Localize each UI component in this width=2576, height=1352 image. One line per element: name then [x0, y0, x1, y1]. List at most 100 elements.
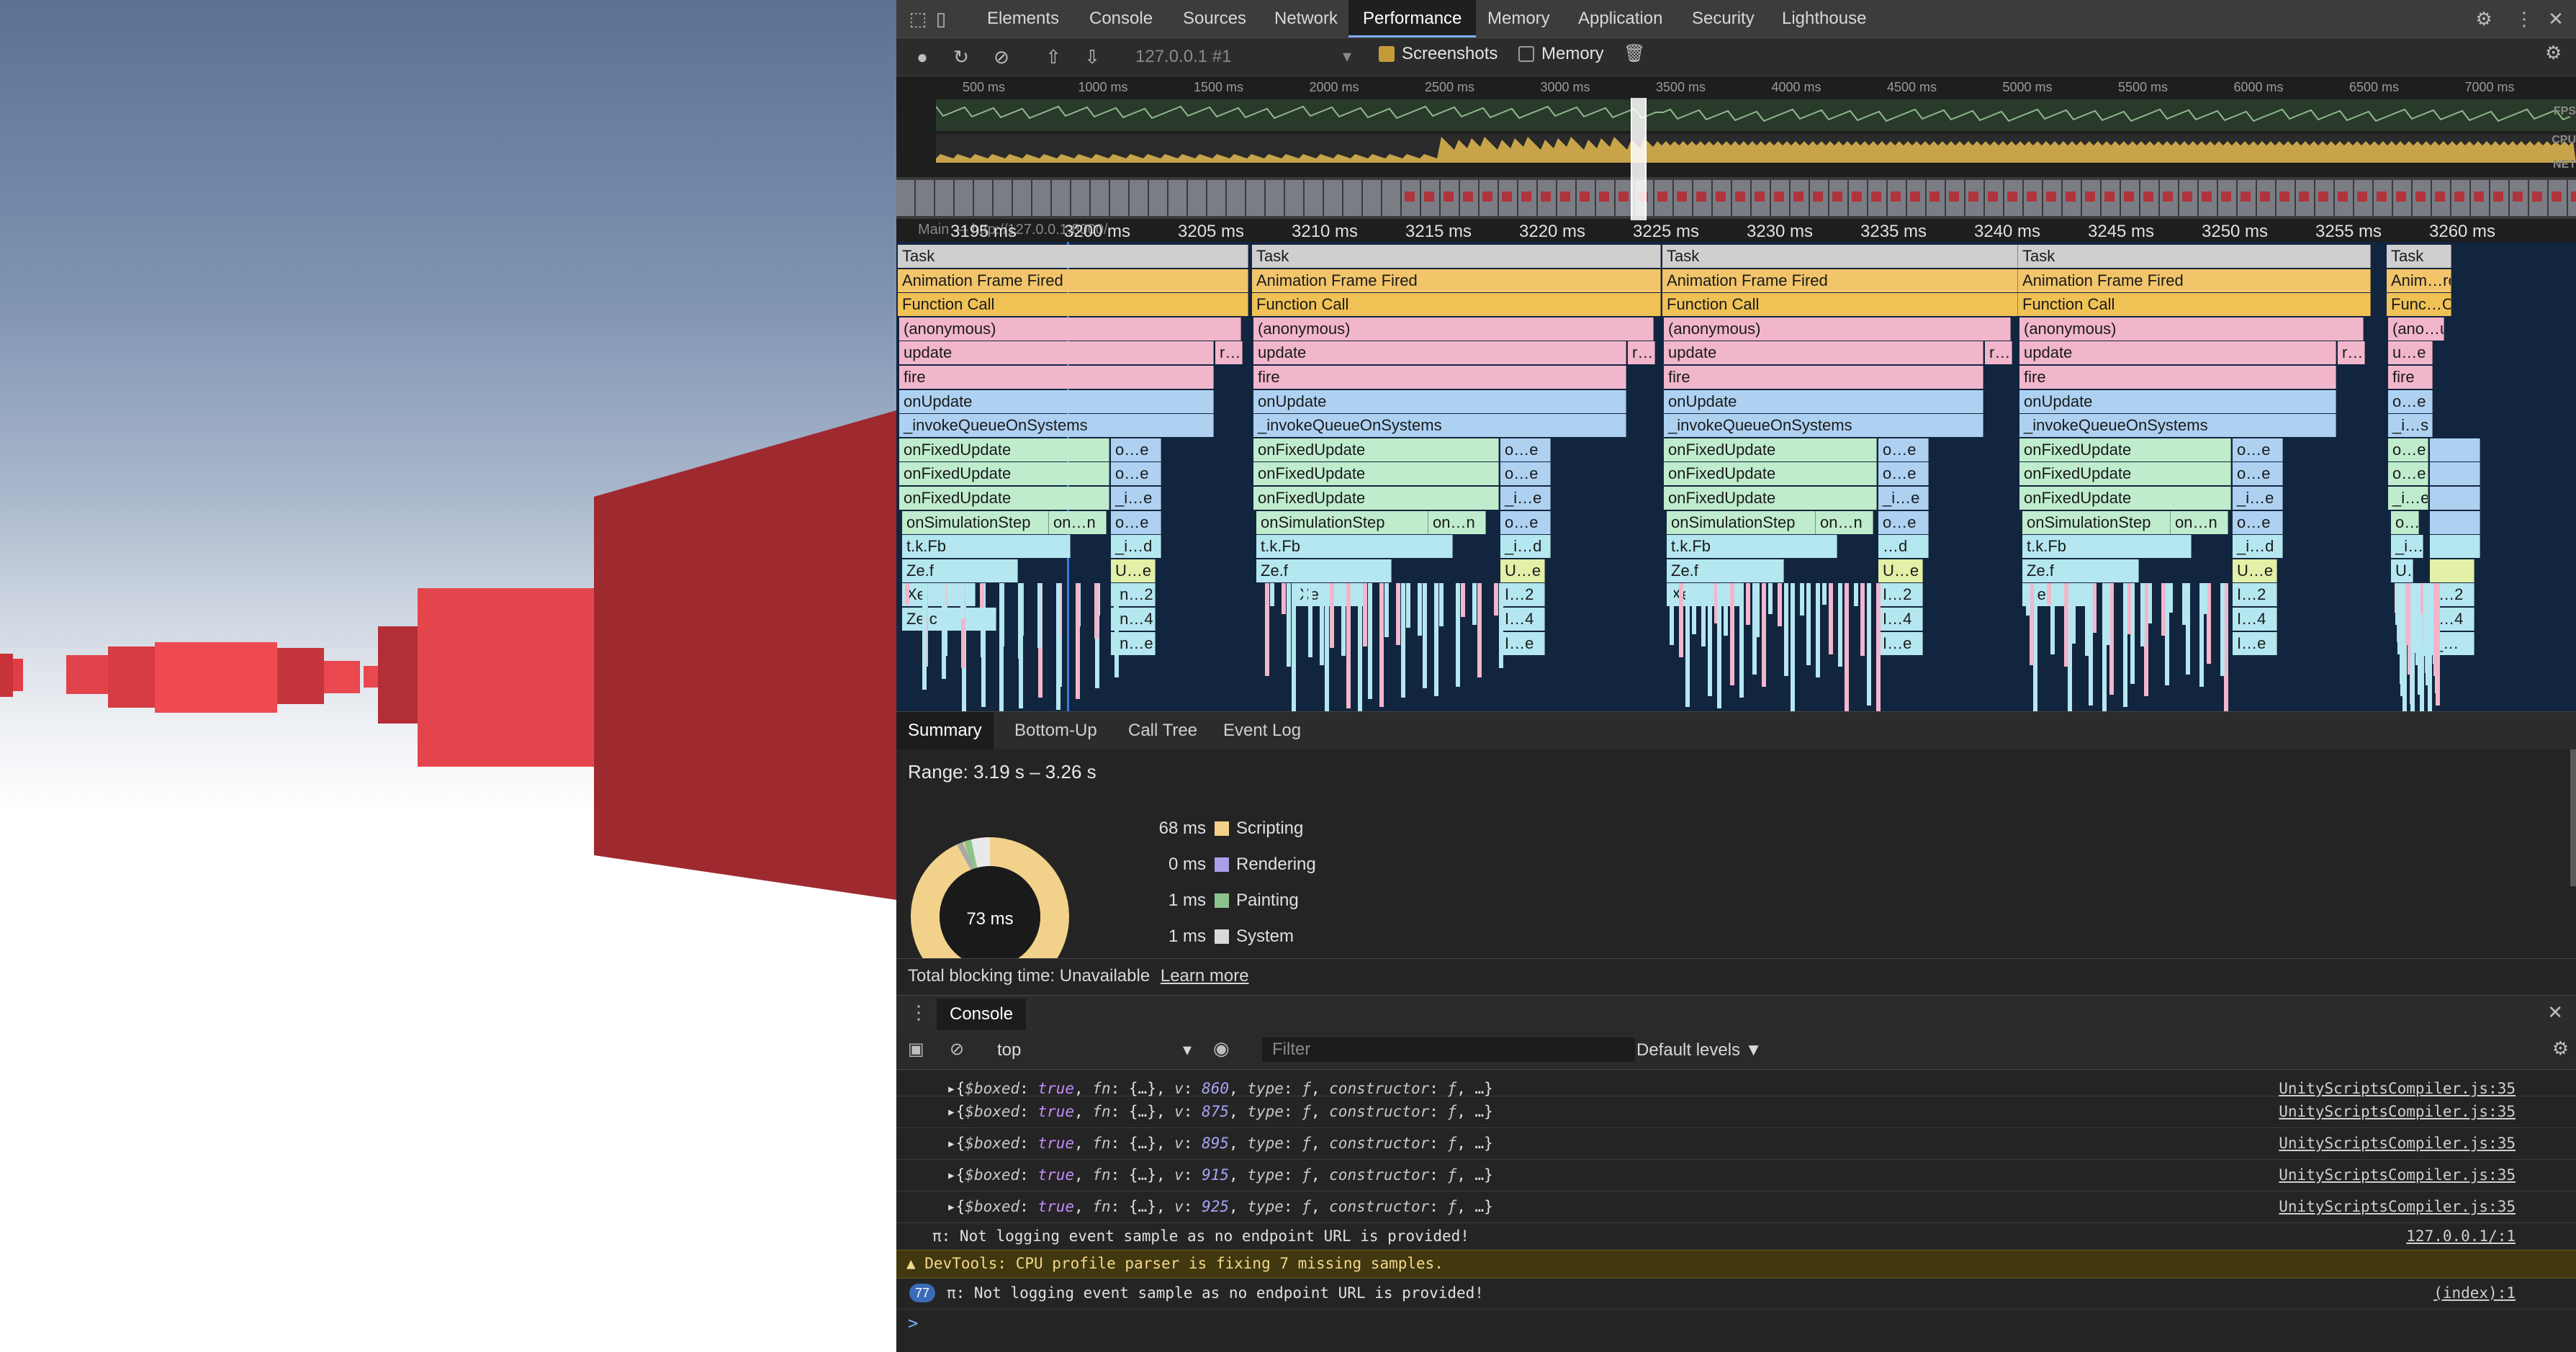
console-log-row[interactable]: 77 π: Not logging event sample as no endp…: [896, 1277, 2576, 1310]
flame-event[interactable]: [1434, 583, 1438, 697]
console-log-row[interactable]: ▸{$boxed: true, fn: {…}, v: 860, type: ƒ…: [896, 1073, 2576, 1097]
flame-event[interactable]: _i…d: [1500, 535, 1551, 559]
flame-event[interactable]: onUpdate: [1664, 389, 1983, 413]
sidebar-toggle-icon[interactable]: ▣: [908, 1039, 924, 1060]
flame-event[interactable]: [1341, 583, 1346, 657]
flame-event[interactable]: [1746, 583, 1750, 626]
console-log-row[interactable]: ▸{$boxed: true, fn: {…}, v: 915, type: ƒ…: [896, 1159, 2576, 1191]
context-select[interactable]: top ▾: [997, 1032, 1192, 1069]
console-settings-gear-icon[interactable]: ⚙: [2552, 1037, 2569, 1060]
flame-event[interactable]: [2405, 583, 2410, 646]
flame-event[interactable]: [2182, 583, 2187, 626]
tab-event-log[interactable]: Event Log: [1212, 712, 1312, 749]
flame-event[interactable]: [1346, 583, 1351, 709]
flame-event[interactable]: [2199, 583, 2204, 688]
flame-event[interactable]: I…4: [1878, 608, 1923, 631]
flame-event[interactable]: …d: [1878, 535, 1929, 559]
flame-event[interactable]: U…e: [1500, 559, 1545, 582]
learn-more-link[interactable]: Learn more: [1161, 966, 1249, 986]
flame-event[interactable]: Ze.f: [2022, 559, 2139, 582]
flame-event[interactable]: [1791, 583, 1795, 711]
flame-event[interactable]: onSimulationStep: [902, 510, 1049, 534]
flame-event[interactable]: I…4: [2233, 608, 2277, 631]
flame-event[interactable]: Function Call: [1662, 293, 2018, 317]
flame-event[interactable]: o…e: [2388, 389, 2433, 413]
flame-event[interactable]: Animation Frame Fired: [1252, 269, 1661, 292]
tab-bottom-up[interactable]: Bottom-Up: [1003, 712, 1109, 749]
flame-event[interactable]: [922, 583, 927, 690]
flame-event[interactable]: [2433, 583, 2438, 677]
flame-event[interactable]: [1717, 583, 1721, 709]
flame-event[interactable]: onFixedUpdate: [2019, 487, 2231, 510]
flame-event[interactable]: [1308, 583, 1312, 658]
flame-event[interactable]: [2430, 510, 2480, 534]
flame-event[interactable]: [2400, 583, 2405, 697]
flame-event[interactable]: [2430, 535, 2480, 559]
flame-event[interactable]: onUpdate: [899, 389, 1214, 413]
flame-event[interactable]: I…2: [1878, 583, 1923, 607]
flame-event[interactable]: (anonymous): [1664, 317, 2011, 341]
flame-event[interactable]: [1762, 583, 1766, 688]
flame-event[interactable]: [2085, 583, 2089, 657]
log-levels-select[interactable]: Default levels ▼: [1636, 1032, 1762, 1069]
live-expression-eye-icon[interactable]: ◉: [1213, 1037, 1230, 1060]
flame-event[interactable]: onSimulationStep: [1667, 510, 1816, 534]
flame-event[interactable]: I…2: [2233, 583, 2277, 607]
upload-icon[interactable]: ⇧: [1042, 45, 1065, 68]
flame-event[interactable]: Task: [898, 245, 1248, 268]
flame-event[interactable]: _invokeQueueOnSystems: [1664, 414, 1983, 438]
download-icon[interactable]: ⇩: [1081, 45, 1104, 68]
flame-event[interactable]: [960, 583, 965, 619]
flame-event[interactable]: t.k.Fb: [902, 535, 1071, 559]
selection-handle-right[interactable]: [1645, 98, 1647, 220]
selection-window[interactable]: [1632, 98, 1645, 220]
flame-event[interactable]: I…e: [1878, 631, 1923, 655]
console-log-message[interactable]: ▸{$boxed: true, fn: {…}, v: 875, type: ƒ…: [947, 1096, 1493, 1127]
flame-event[interactable]: onFixedUpdate: [1253, 462, 1499, 486]
flame-event[interactable]: r…: [1985, 341, 2012, 365]
tab-summary[interactable]: Summary: [896, 712, 994, 749]
flame-event[interactable]: u…e: [2388, 341, 2433, 365]
gear-icon[interactable]: ⚙: [2472, 7, 2495, 30]
capture-settings-icon[interactable]: ⚙: [2545, 42, 2562, 64]
flame-event[interactable]: Ze.f: [902, 559, 1018, 582]
flame-event[interactable]: I…e: [2233, 631, 2277, 655]
flame-event[interactable]: fire: [1664, 366, 1983, 389]
console-warning-row[interactable]: ▲ DevTools: CPU profile parser is fixing…: [896, 1250, 2576, 1279]
flame-event[interactable]: o…e: [1878, 438, 1929, 461]
flame-event[interactable]: [1292, 583, 1296, 711]
flame-event[interactable]: [1363, 583, 1367, 647]
trash-icon[interactable]: 🗑: [1623, 43, 1645, 64]
console-prompt[interactable]: >: [908, 1313, 918, 1333]
flame-event[interactable]: r…: [1628, 341, 1655, 365]
flame-event[interactable]: [999, 583, 1004, 711]
flame-event[interactable]: [1094, 583, 1099, 639]
flame-event[interactable]: [942, 583, 946, 680]
flame-event[interactable]: [1401, 583, 1405, 698]
flame-event[interactable]: r…: [1215, 341, 1243, 365]
flame-event[interactable]: [2064, 583, 2068, 667]
flame-event[interactable]: [1692, 583, 1696, 635]
flame-event[interactable]: [1822, 583, 1827, 605]
flame-event[interactable]: [1320, 583, 1324, 666]
flame-event[interactable]: _i…e: [1878, 487, 1929, 510]
profile-select[interactable]: 127.0.0.1 #1 ▾: [1135, 45, 1351, 68]
flame-event[interactable]: _invokeQueueOnSystems: [899, 414, 1214, 438]
flame-event[interactable]: [2415, 583, 2420, 666]
log-source-link[interactable]: UnityScriptsCompiler.js:35: [2279, 1159, 2516, 1191]
flame-event[interactable]: [2026, 583, 2030, 616]
flame-event[interactable]: [1845, 583, 1849, 711]
log-source-link[interactable]: (index):1: [2433, 1277, 2516, 1309]
flame-event[interactable]: _i…d: [1111, 535, 1161, 559]
flame-event[interactable]: [2395, 583, 2400, 626]
flame-event[interactable]: update: [1664, 341, 1983, 365]
flame-event[interactable]: o…e: [2233, 510, 2283, 534]
flame-event[interactable]: [1303, 583, 1307, 605]
flame-event[interactable]: [1076, 583, 1080, 700]
tab-performance[interactable]: Performance: [1348, 0, 1477, 37]
flame-event[interactable]: [1418, 583, 1422, 636]
tab-application[interactable]: Application: [1564, 0, 1677, 37]
flame-event[interactable]: [1114, 583, 1118, 628]
flame-event[interactable]: [980, 583, 984, 608]
tab-sources[interactable]: Sources: [1168, 0, 1261, 37]
